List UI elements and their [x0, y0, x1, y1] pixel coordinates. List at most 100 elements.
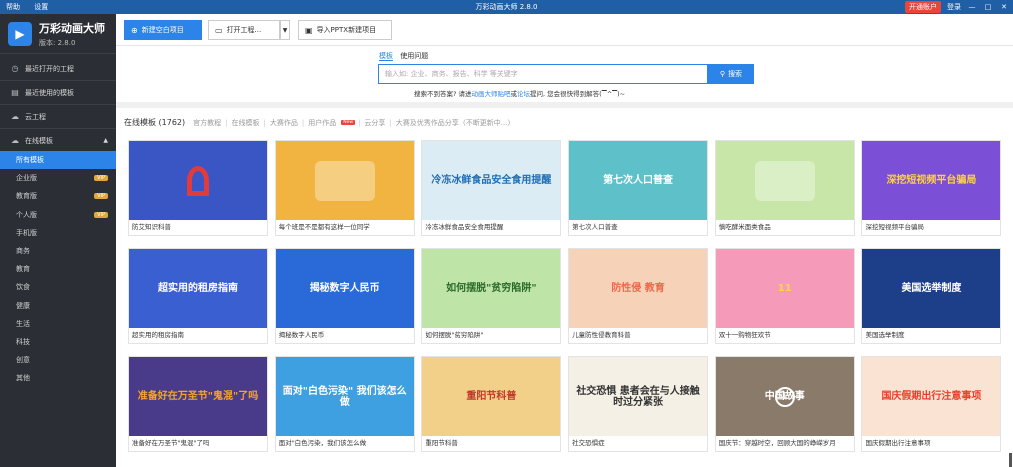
template-caption: 慎吃酵米面类食品 [718, 223, 771, 231]
template-card[interactable]: 超实用的租房指南 超实用的租房指南 [128, 248, 268, 344]
thumbnail-text: 重阳节科普 [466, 391, 517, 402]
template-thumbnail: 国庆假期出行注意事项 [862, 357, 1001, 436]
template-caption: 国庆节：穿越时空，回顾大国的峥嵘岁月 [718, 439, 836, 447]
thumbnail-text: 如何摆脱"贫穷陷阱" [446, 283, 537, 294]
search-tabs: 模板 使用问题 [379, 51, 433, 61]
open-project-button[interactable]: ▭ 打开工程... [208, 20, 280, 40]
category-item[interactable]: 其他 [0, 369, 116, 387]
template-card[interactable]: 国庆假期出行注意事项 国庆假期出行注意事项 [861, 356, 1002, 452]
template-caption: 揭秘数字人民币 [278, 331, 325, 339]
login-button[interactable]: 登录 [947, 2, 961, 12]
forum-link[interactable]: 论坛 [517, 90, 530, 98]
template-card[interactable]: 重阳节科普 重阳节科普 [421, 356, 562, 452]
search-button[interactable]: ⚲ 搜索 [708, 64, 754, 84]
category-label: 生活 [16, 319, 30, 328]
template-card[interactable]: 中国故事 ↓ 国庆节：穿越时空，回顾大国的峥嵘岁月 [714, 356, 855, 452]
category-item[interactable]: 所有模板 [0, 151, 116, 170]
template-caption: 第七次人口普查 [572, 223, 618, 231]
maximize-icon[interactable]: □ [983, 3, 993, 11]
template-card[interactable]: 每个班是不是都有这样一位同学 [274, 140, 415, 236]
template-caption: 如何摆脱"贫穷陷阱" [425, 331, 484, 339]
sidebar-item-label: 云工程 [25, 112, 46, 121]
category-item[interactable]: 创意 [0, 351, 116, 369]
sidebar-item-recent-projects[interactable]: ◷ 最近打开的工程 [0, 58, 116, 79]
thumbnail-text: 国庆假期出行注意事项 [881, 391, 982, 402]
template-card[interactable]: 冷冻冰鲜食品安全食用提醒 冷冻冰鲜食品安全食用提醒 [421, 140, 562, 236]
template-card[interactable]: 面对"白色污染" 我们该怎么做 面对"白色污染，我们该怎么做 [274, 356, 415, 452]
template-card[interactable]: 防性侵 教育 儿童防性侵教育科普 [568, 248, 709, 344]
sidebar-item-recent-templates[interactable]: ▤ 最近使用的模板 [0, 82, 116, 103]
vip-badge: VIP [94, 193, 108, 200]
category-label: 手机版 [16, 228, 37, 237]
template-card[interactable]: 慎吃酵米面类食品 [714, 140, 855, 236]
category-label: 教育 [16, 265, 30, 274]
template-card[interactable]: 11 双十一购物狂欢节 [714, 248, 855, 344]
thumbnail-text: 揭秘数字人民币 [309, 283, 380, 294]
template-card[interactable]: 准备好在万圣节"鬼混"了吗 准备好在万圣节"鬼混"了吗 [128, 356, 268, 452]
tab-usage-questions[interactable]: 使用问题 [400, 52, 428, 60]
cloud-template-icon: ☁ [11, 136, 19, 145]
template-caption: 儿童防性侵教育科普 [572, 331, 631, 339]
filter-cloud-share[interactable]: 云分享 [364, 118, 385, 128]
sidebar-item-online-templates[interactable]: ☁ 在线模板 ▲ [0, 130, 116, 151]
template-card[interactable]: 深挖短视频平台骗局 深挖短视频平台骗局 [861, 140, 1002, 236]
template-thumbnail: 面对"白色污染" 我们该怎么做 [275, 357, 414, 436]
template-thumbnail: 超实用的租房指南 [129, 249, 267, 328]
thumbnail-text: 冷冻冰鲜食品安全食用提醒 [431, 175, 552, 186]
category-item[interactable]: 科技 [0, 333, 116, 351]
thumbnail-text: 准备好在万圣节"鬼混"了吗 [137, 391, 259, 402]
category-item[interactable]: 教育 [0, 260, 116, 278]
thumbnail-text: 第七次人口普查 [603, 175, 674, 186]
category-item[interactable]: 教育版 VIP [0, 187, 116, 205]
sidebar-item-cloud-project[interactable]: ☁ 云工程 [0, 106, 116, 127]
category-item[interactable]: 饮食 [0, 278, 116, 296]
search-input[interactable]: 输入如: 企业、商务、报告、科学 等关键字 [378, 64, 708, 84]
category-label: 健康 [16, 301, 30, 310]
template-thumbnail: 深挖短视频平台骗局 [862, 141, 1001, 220]
category-label: 科技 [16, 337, 30, 346]
template-thumbnail: 重阳节科普 [422, 357, 561, 436]
category-label: 教育版 [16, 192, 37, 201]
search-hint: 搜索不到答案? 请进动画大师贴吧或论坛提问, 您会很快得到解答(▔^▔)~ [414, 88, 625, 98]
filter-official-tutorials[interactable]: 官方教程 [193, 118, 221, 128]
category-item[interactable]: 个人版 VIP [0, 206, 116, 224]
sidebar-item-label: 在线模板 [25, 136, 53, 145]
students-icon [314, 160, 375, 201]
filter-online-templates[interactable]: 在线模板 [232, 118, 260, 128]
category-item[interactable]: 手机版 [0, 224, 116, 242]
template-card[interactable]: 如何摆脱"贫穷陷阱" 如何摆脱"贫穷陷阱" [421, 248, 562, 344]
thumbnail-text: 超实用的租房指南 [158, 283, 238, 294]
template-card[interactable]: 防艾知识科普 [128, 140, 268, 236]
import-pptx-button[interactable]: ▣ 导入PPTX新建项目 [298, 20, 392, 40]
template-caption: 防艾知识科普 [132, 223, 171, 231]
tieba-link[interactable]: 动画大师贴吧 [472, 90, 511, 98]
template-count: 在线模板 (1762) [124, 118, 186, 127]
new-project-button[interactable]: ⊕ 新建空白项目 [124, 20, 202, 40]
filter-contest-works[interactable]: 大赛作品 [270, 118, 298, 128]
template-card[interactable]: 揭秘数字人民币 揭秘数字人民币 [274, 248, 415, 344]
template-card[interactable]: 第七次人口普查 第七次人口普查 [568, 140, 709, 236]
open-project-label: 打开工程... [226, 26, 262, 34]
play-icon[interactable]: ↓ [774, 386, 795, 407]
category-item[interactable]: 商务 [0, 242, 116, 260]
minimize-icon[interactable]: — [967, 3, 977, 11]
template-thumbnail: 中国故事 ↓ [715, 357, 854, 436]
open-project-dropdown[interactable]: ▼ [280, 20, 290, 40]
filter-user-works[interactable]: 用户作品 [308, 118, 336, 128]
titlebar-right: 开通账户 登录 — □ ✕ [905, 1, 1009, 13]
template-card[interactable]: 美国选举制度 美国选举制度 [861, 248, 1002, 344]
category-item[interactable]: 生活 [0, 315, 116, 333]
scrollbar[interactable] [1009, 453, 1012, 467]
category-item[interactable]: 企业版 VIP [0, 169, 116, 187]
chevron-up-icon: ▲ [103, 137, 108, 144]
category-item[interactable]: 健康 [0, 297, 116, 315]
hint-text: 搜索不到答案? 请进 [414, 90, 472, 98]
hint-text: 提问, 您会很快得到解答(▔^▔)~ [530, 90, 626, 98]
tab-templates[interactable]: 模板 [379, 52, 393, 61]
filter-contest-share[interactable]: 大赛及优秀作品分享（不断更新中...） [396, 118, 515, 128]
close-icon[interactable]: ✕ [999, 3, 1009, 11]
template-thumbnail: 冷冻冰鲜食品安全食用提醒 [422, 141, 561, 220]
template-card[interactable]: 社交恐惧 患者会在与人接触时过分紧张 社交恐惧症 [568, 356, 709, 452]
folder-icon: ▭ [215, 25, 223, 35]
open-account-button[interactable]: 开通账户 [905, 1, 941, 13]
